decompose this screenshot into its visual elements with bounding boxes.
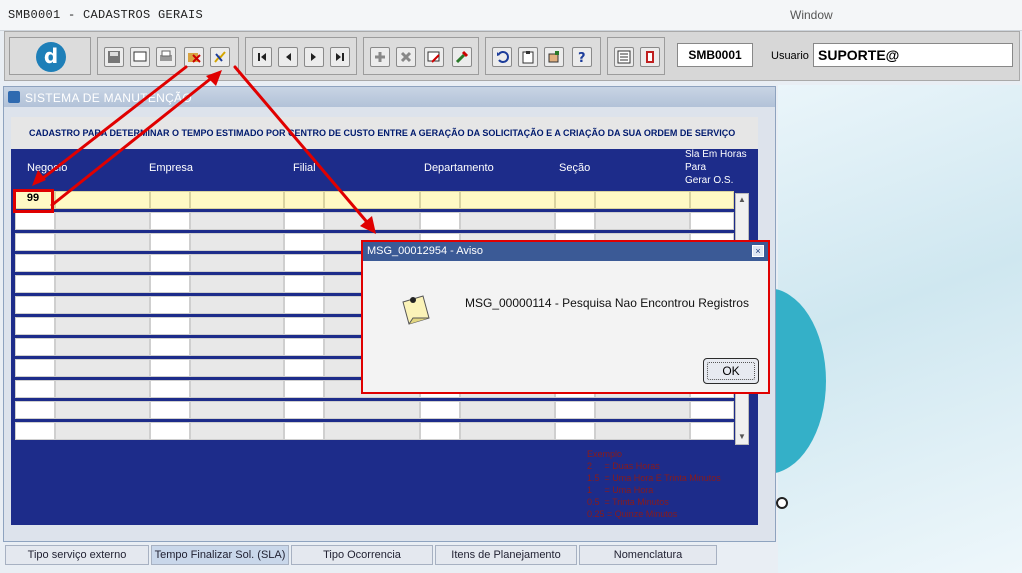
annotation-arrow (50, 74, 216, 207)
annotation-arrow (233, 65, 374, 230)
arrow-head-icon (32, 170, 46, 186)
arrow-head-icon (206, 70, 222, 86)
annotation-arrows (32, 65, 376, 234)
annotation-arrow (36, 65, 188, 184)
